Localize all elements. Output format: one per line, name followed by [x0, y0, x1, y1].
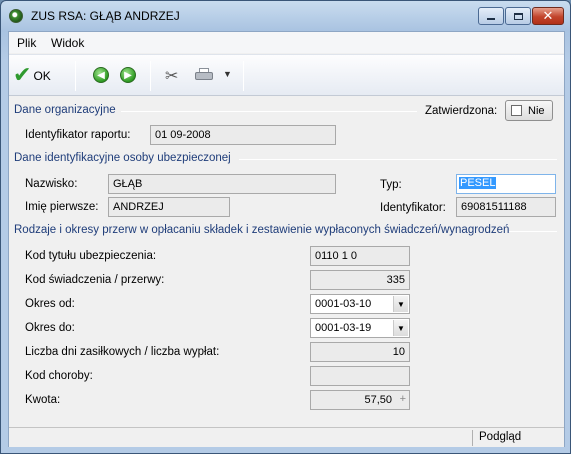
illness-code-field[interactable] [310, 366, 410, 386]
period-from-select[interactable]: 0001-03-10 ▼ [310, 294, 410, 314]
ok-button[interactable]: ✔ OK [13, 63, 51, 89]
approved-checkbox[interactable] [511, 105, 522, 116]
toolbar: ✔ OK ◀ ▶ ✂ ▼ [9, 54, 564, 96]
window-title: ZUS RSA: GŁĄB ANDRZEJ [31, 9, 180, 23]
chevron-down-icon[interactable]: ▼ [393, 296, 408, 312]
toolbar-separator [150, 61, 151, 91]
days-field[interactable]: 10 [310, 342, 410, 362]
type-label: Typ: [380, 179, 402, 191]
close-button[interactable]: ✕ [532, 7, 564, 25]
section-title-person: Dane identyfikacyjne osoby ubezpieczonej [14, 152, 231, 164]
status-separator [472, 430, 473, 446]
period-from-label: Okres od: [25, 298, 75, 310]
benefit-code-field[interactable]: 335 [310, 270, 410, 290]
toolbar-separator [75, 61, 76, 91]
client-area: Plik Widok ✔ OK ◀ ▶ ✂ ▼ Dane organizacyj… [8, 31, 565, 447]
approved-checkbox-button[interactable]: Nie [505, 100, 553, 121]
dropdown-arrow-icon[interactable]: ▼ [223, 69, 232, 79]
illness-code-label: Kod choroby: [25, 370, 93, 382]
tools-icon[interactable]: ✂ [165, 66, 178, 85]
approved-label: Zatwierdzona: [425, 105, 498, 117]
minimize-button[interactable] [478, 7, 504, 25]
section-title-org: Dane organizacyjne [14, 104, 116, 116]
menu-plik[interactable]: Plik [17, 36, 36, 50]
amount-label: Kwota: [25, 394, 61, 406]
status-bar: Podgląd [9, 427, 564, 447]
firstname-label: Imię pierwsze: [25, 201, 99, 213]
app-icon[interactable] [9, 9, 23, 23]
plus-icon[interactable]: + [400, 393, 406, 405]
section-divider [509, 231, 557, 232]
section-divider [239, 159, 557, 160]
firstname-field[interactable]: ANDRZEJ [108, 197, 230, 217]
benefit-code-label: Kod świadczenia / przerwy: [25, 274, 165, 286]
maximize-icon [513, 12, 523, 20]
section-divider [121, 111, 417, 112]
identifier-field[interactable]: 69081511188 [456, 197, 556, 217]
amount-field[interactable]: 57,50 + [310, 390, 410, 410]
type-value: PESEL [459, 177, 497, 189]
period-to-select[interactable]: 0001-03-19 ▼ [310, 318, 410, 338]
report-id-field[interactable]: 01 09-2008 [150, 125, 336, 145]
insurance-code-field[interactable]: 0110 1 0 [310, 246, 410, 266]
minimize-icon [487, 18, 495, 20]
chevron-down-icon[interactable]: ▼ [393, 320, 408, 336]
toolbar-separator [243, 61, 244, 91]
period-from-value: 0001-03-10 [315, 298, 372, 310]
close-icon: ✕ [542, 8, 554, 24]
menu-bar: Plik Widok [9, 32, 564, 53]
identifier-label: Identyfikator: [380, 202, 446, 214]
period-to-value: 0001-03-19 [315, 322, 372, 334]
section-title-breaks: Rodzaje i okresy przerw w opłacaniu skła… [14, 224, 510, 236]
maximize-button[interactable] [505, 7, 531, 25]
amount-value: 57,50 [364, 394, 392, 406]
ok-label: OK [33, 69, 51, 83]
insurance-code-label: Kod tytułu ubezpieczenia: [25, 250, 157, 262]
title-bar[interactable]: ZUS RSA: GŁĄB ANDRZEJ ✕ [1, 1, 570, 31]
back-arrow-icon[interactable]: ◀ [93, 67, 109, 83]
forward-arrow-icon[interactable]: ▶ [120, 67, 136, 83]
ok-check-icon: ✔ [13, 63, 32, 88]
type-field[interactable]: PESEL [456, 174, 556, 194]
surname-field[interactable]: GŁĄB [108, 174, 336, 194]
form-panel: Dane organizacyjne Zatwierdzona: Nie Ide… [9, 97, 564, 427]
print-icon[interactable] [195, 68, 213, 82]
preview-status[interactable]: Podgląd [479, 431, 521, 443]
menu-widok[interactable]: Widok [51, 36, 84, 50]
surname-label: Nazwisko: [25, 178, 78, 190]
period-to-label: Okres do: [25, 322, 75, 334]
main-window: ZUS RSA: GŁĄB ANDRZEJ ✕ Plik Widok ✔ OK … [0, 0, 571, 454]
approved-value: Nie [528, 104, 545, 117]
report-id-label: Identyfikator raportu: [25, 129, 131, 141]
days-label: Liczba dni zasiłkowych / liczba wypłat: [25, 346, 220, 358]
